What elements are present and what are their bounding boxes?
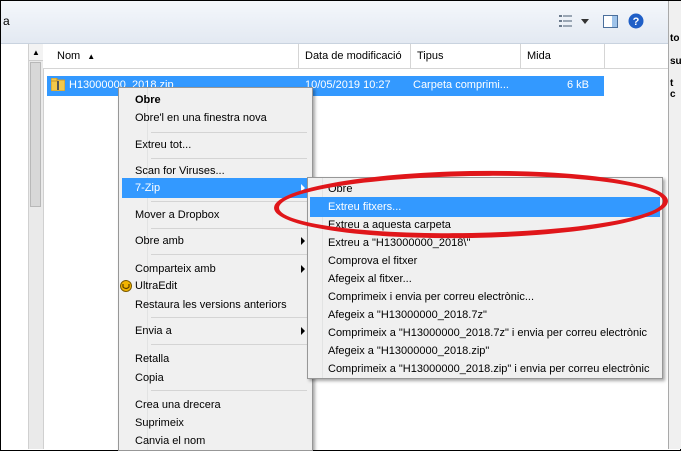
column-header-row: Nom ▲ Data de modificació Tipus Mida [43,44,668,69]
column-header-name[interactable]: Nom ▲ [43,44,299,68]
column-header-date[interactable]: Data de modificació [299,44,411,68]
submenu-item-test-archive[interactable]: Comprova el fitxer [310,251,660,271]
menu-item-ultraedit-label: UltraEdit [135,280,178,292]
help-icon[interactable]: ? [626,10,646,32]
chevron-down-icon[interactable] [579,10,591,32]
file-type: Carpeta comprimi... [413,79,509,91]
file-date: 10/05/2019 10:27 [305,79,391,91]
menu-item-rename[interactable]: Canvia el nom [122,431,310,451]
submenu-item-add-7z[interactable]: Afegeix a "H13000000_2018.7z" [310,305,660,325]
preview-pane-icon[interactable] [601,10,619,32]
submenu-item-compress-email[interactable]: Comprimeix i envia per correu electrònic… [310,287,660,307]
menu-item-create-shortcut[interactable]: Crea una drecera [122,395,310,415]
submenu-arrow-icon [301,237,305,245]
scrollbar-thumb[interactable] [30,62,41,207]
toolbar: a ? [1,1,668,44]
submenu-item-compress-7z-email[interactable]: Comprimeix a "H13000000_2018.7z" i envia… [310,323,660,343]
column-header-type[interactable]: Tipus [411,44,521,68]
submenu-arrow-icon [301,265,305,273]
menu-item-copy[interactable]: Copia [122,368,310,388]
menu-separator [151,228,307,229]
details-pane: to su t c [668,1,681,449]
column-header-name-label: Nom [57,50,81,62]
column-header-size[interactable]: Mida [521,44,605,68]
menu-separator [151,132,307,133]
menu-item-open[interactable]: Obre [122,90,310,110]
context-menu: Obre Obre'l en una finestra nova Extreu … [118,87,313,451]
menu-item-7zip[interactable]: 7-Zip [122,178,310,198]
scroll-up-arrow-icon[interactable]: ▲ [29,44,43,61]
ultraedit-icon [120,280,132,292]
details-fragment: t c [670,78,676,100]
submenu-item-add-to-archive[interactable]: Afegeix al fitxer... [310,269,660,289]
file-size: 6 kB [567,79,590,91]
menu-separator [151,344,307,345]
menu-item-ultraedit[interactable]: UltraEdit [120,276,310,296]
details-fragment: to [670,33,680,44]
submenu-item-compress-zip-email[interactable]: Comprimeix a "H13000000_2018.zip" i envi… [310,359,660,379]
sort-ascending-icon: ▲ [87,52,96,61]
navigation-pane [1,44,28,449]
menu-item-extract-all[interactable]: Extreu tot... [122,135,310,155]
menu-item-restore-versions[interactable]: Restaura les versions anteriors [122,295,310,315]
zip-folder-icon [51,78,65,91]
menu-item-send-to[interactable]: Envia a [122,321,310,341]
menu-item-open-with[interactable]: Obre amb [122,231,310,251]
view-options-icon[interactable] [557,10,575,32]
breadcrumb[interactable]: a [3,14,10,28]
menu-item-open-new-window[interactable]: Obre'l en una finestra nova [122,108,310,128]
menu-separator [151,254,307,255]
details-fragment: su [670,56,681,67]
submenu-item-add-zip[interactable]: Afegeix a "H13000000_2018.zip" [310,341,660,361]
menu-separator [151,390,307,391]
submenu-arrow-icon [301,327,305,335]
menu-item-delete[interactable]: Suprimeix [122,413,310,433]
navigation-scrollbar[interactable]: ▲ [28,44,44,449]
menu-item-cut[interactable]: Retalla [122,349,310,369]
svg-text:?: ? [633,16,640,28]
menu-separator [151,158,307,159]
menu-separator [151,317,307,318]
